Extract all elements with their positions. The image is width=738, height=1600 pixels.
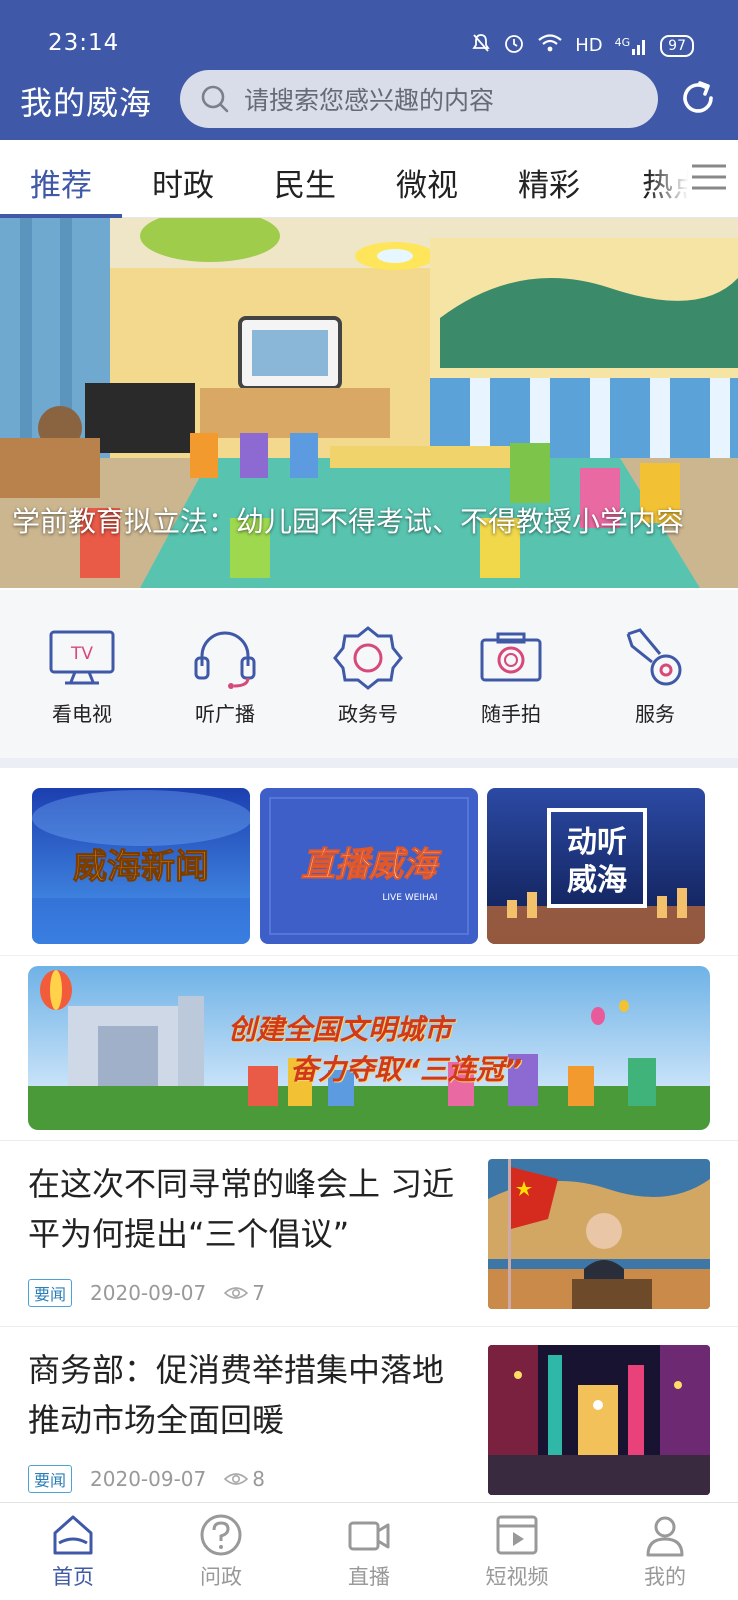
svg-text:动听: 动听 [567,825,627,860]
quick-snapshot[interactable]: 随手拍 [456,626,566,727]
search-icon [201,85,229,113]
search-bar[interactable]: 请搜索您感兴趣的内容 [180,70,658,128]
channel-weihai-news[interactable]: 威海新闻 [32,788,250,944]
campaign-line-1: 创建全国文明城市 [228,1013,453,1046]
channel-cards: 威海新闻 直播威海 LIVE WEIHAI 动听 威海 [0,778,738,956]
camera-icon [480,632,542,682]
svg-text:LIVE WEIHAI: LIVE WEIHAI [382,893,437,903]
channel-live-weihai[interactable]: 直播威海 LIVE WEIHAI [260,788,478,944]
tab-livelihood[interactable]: 民生 [274,160,336,205]
channel-listen-weihai[interactable]: 动听 威海 [487,788,705,944]
user-icon [646,1516,684,1557]
svg-text:威海: 威海 [567,863,627,898]
summit-photo [488,1159,710,1309]
headphones-icon [194,631,256,689]
news-meta: 要闻 2020-09-07 8 [28,1465,265,1493]
quick-label: 看电视 [52,702,112,726]
tab-micro-video[interactable]: 微视 [396,160,458,205]
question-icon [200,1514,242,1556]
news-views: 8 [224,1467,265,1491]
status-icons: HD 4G 97 [471,32,694,59]
tv-icon: TV [49,630,115,685]
wifi-icon [537,33,563,58]
quick-services[interactable]: 服务 [600,626,710,727]
bottom-navigation: 首页 问政 直播 短视频 我的 [0,1502,738,1600]
shopping-street-photo [488,1345,710,1495]
news-thumbnail [488,1159,710,1309]
campaign-banner[interactable]: 创建全国文明城市 奋力夺取“三连冠” [28,966,710,1130]
quick-radio[interactable]: 听广播 [170,626,280,727]
app-header: 23:14 HD 4G 97 我的威海 请搜索您感兴趣的内容 [0,0,738,140]
svg-text:直播威海: 直播威海 [301,845,442,885]
weihai-news-image: 威海新闻 [32,788,250,944]
nav-home[interactable]: 首页 [18,1513,128,1591]
tab-highlights[interactable]: 精彩 [518,160,580,205]
campaign-line-2: 奋力夺取“三连冠” [290,1053,523,1086]
news-item[interactable]: 商务部：促消费举措集中落地 推动市场全面回暖 要闻 2020-09-07 8 [0,1326,738,1516]
video-camera-icon [348,1521,390,1551]
news-date: 2020-09-07 [90,1467,207,1491]
nav-label: 首页 [52,1565,94,1589]
nav-short-video[interactable]: 短视频 [462,1513,572,1591]
quick-entries: TV 看电视 听广播 政务号 随手拍 服务 [0,590,738,768]
news-tag: 要闻 [28,1279,73,1307]
category-tabs: 推荐 时政 民生 微视 精彩 热点 [0,140,738,218]
eye-icon [224,1287,249,1299]
listen-weihai-image: 动听 威海 [487,788,705,944]
news-date: 2020-09-07 [90,1281,207,1305]
nav-live[interactable]: 直播 [314,1513,424,1591]
mute-icon [471,33,491,58]
search-placeholder: 请搜索您感兴趣的内容 [244,86,495,115]
key-icon [626,628,682,686]
nav-label: 直播 [348,1565,390,1589]
status-bar: 23:14 HD 4G 97 [0,28,738,62]
eye-icon [224,1473,249,1485]
news-meta: 要闻 2020-09-07 7 [28,1279,265,1307]
nav-label: 短视频 [485,1565,549,1589]
signal-icon: 4G [615,37,649,55]
menu-icon[interactable] [690,162,728,192]
nav-inquiry[interactable]: 问政 [166,1513,276,1591]
refresh-icon[interactable] [678,78,718,118]
news-thumbnail [488,1345,710,1495]
hero-banner[interactable]: 学前教育拟立法：幼儿园不得考试、不得教授小学内容 [0,218,738,588]
nav-label: 我的 [644,1565,686,1589]
quick-gov-accounts[interactable]: 政务号 [313,626,423,727]
quick-watch-tv[interactable]: TV 看电视 [27,626,137,727]
news-item[interactable]: 在这次不同寻常的峰会上 习近平为何提出“三个倡议” 要闻 2020-09-07 … [0,1140,738,1330]
svg-text:TV: TV [70,644,93,664]
network-type: HD [575,35,603,56]
app-logo: 我的威海 [20,84,153,122]
home-icon [53,1515,93,1555]
alarm-icon [503,32,525,59]
quick-label: 听广播 [195,702,255,726]
tab-recommend[interactable]: 推荐 [30,160,92,205]
svg-text:威海新闻: 威海新闻 [73,847,209,887]
tab-politics[interactable]: 时政 [152,160,214,205]
nav-label: 问政 [200,1565,242,1589]
quick-label: 随手拍 [481,702,541,726]
quick-label: 政务号 [338,702,398,726]
status-time: 23:14 [48,30,120,56]
live-weihai-image: 直播威海 LIVE WEIHAI [260,788,478,944]
badge-icon [333,626,403,690]
battery-indicator: 97 [660,34,694,57]
quick-label: 服务 [635,702,675,726]
news-title: 商务部：促消费举措集中落地 推动市场全面回暖 [28,1351,445,1439]
short-video-icon [496,1515,538,1555]
news-views: 7 [224,1281,265,1305]
news-tag: 要闻 [28,1465,73,1493]
news-title: 在这次不同寻常的峰会上 习近平为何提出“三个倡议” [28,1165,455,1253]
hero-caption: 学前教育拟立法：幼儿园不得考试、不得教授小学内容 [12,505,685,538]
nav-mine[interactable]: 我的 [610,1513,720,1591]
